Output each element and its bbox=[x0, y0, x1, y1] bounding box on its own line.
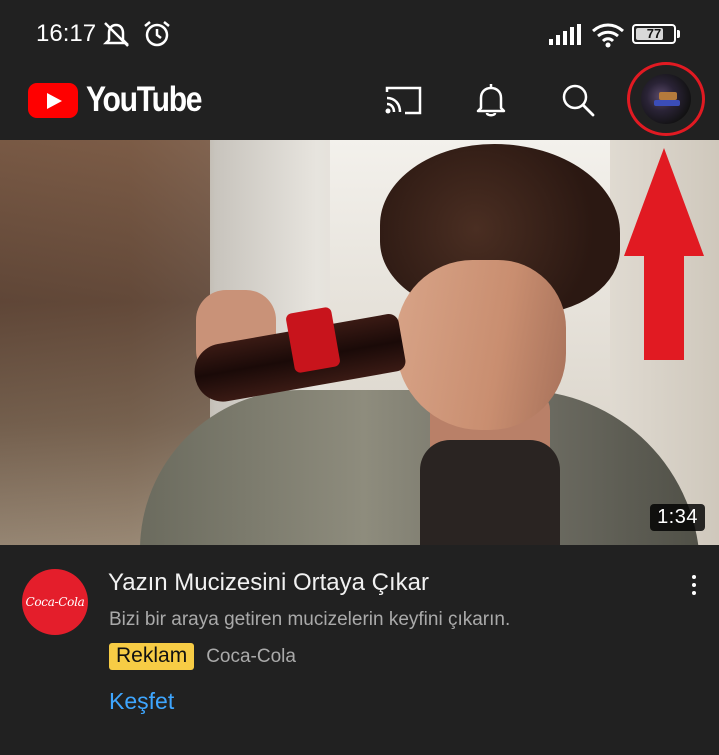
more-dot-icon bbox=[692, 575, 696, 579]
ad-meta: Reklam Coca-Cola bbox=[109, 643, 296, 670]
coca-cola-logo: Coca-Cola bbox=[25, 595, 85, 609]
cast-button[interactable] bbox=[381, 78, 425, 122]
ad-title[interactable]: Yazın Mucizesini Ortaya Çıkar bbox=[108, 569, 429, 597]
battery-percent: 77 bbox=[646, 26, 662, 41]
video-thumbnail[interactable]: 1:34 bbox=[0, 140, 719, 545]
channel-avatar[interactable]: Coca-Cola bbox=[22, 569, 88, 635]
more-dot-icon bbox=[692, 583, 696, 587]
status-time: 16:17 bbox=[36, 20, 97, 47]
youtube-logo[interactable]: YouTube bbox=[28, 80, 220, 120]
ad-description: Bizi bir araya getiren mucizelerin keyfi… bbox=[109, 609, 511, 630]
signal-icon bbox=[549, 24, 581, 51]
more-options-button[interactable] bbox=[682, 567, 706, 603]
avatar bbox=[641, 74, 691, 124]
alarm-icon bbox=[142, 20, 172, 53]
thumbnail-shirt bbox=[420, 440, 560, 545]
explore-link[interactable]: Keşfet bbox=[109, 688, 174, 715]
notifications-button[interactable] bbox=[469, 78, 513, 122]
account-button[interactable] bbox=[627, 62, 705, 136]
wifi-icon bbox=[591, 22, 625, 53]
cast-icon bbox=[385, 86, 422, 115]
search-icon bbox=[562, 84, 595, 117]
app-bar: YouTube bbox=[0, 62, 719, 140]
advertiser-name: Coca-Cola bbox=[206, 645, 296, 667]
ad-badge: Reklam bbox=[109, 643, 195, 670]
search-button[interactable] bbox=[556, 78, 600, 122]
youtube-wordmark: YouTube bbox=[86, 80, 203, 119]
youtube-play-icon bbox=[28, 82, 78, 118]
battery-nub bbox=[677, 30, 680, 38]
more-dot-icon bbox=[692, 591, 696, 595]
duration-badge: 1:34 bbox=[650, 504, 705, 531]
bell-icon bbox=[476, 84, 506, 117]
thumbnail-face bbox=[396, 260, 566, 430]
battery-icon: 77 bbox=[632, 24, 676, 44]
ad-details: Coca-Cola Yazın Mucizesini Ortaya Çıkar … bbox=[0, 545, 719, 755]
arrow-up-icon bbox=[624, 148, 704, 360]
mute-icon bbox=[100, 20, 134, 53]
status-bar: 16:17 77 bbox=[0, 0, 719, 62]
